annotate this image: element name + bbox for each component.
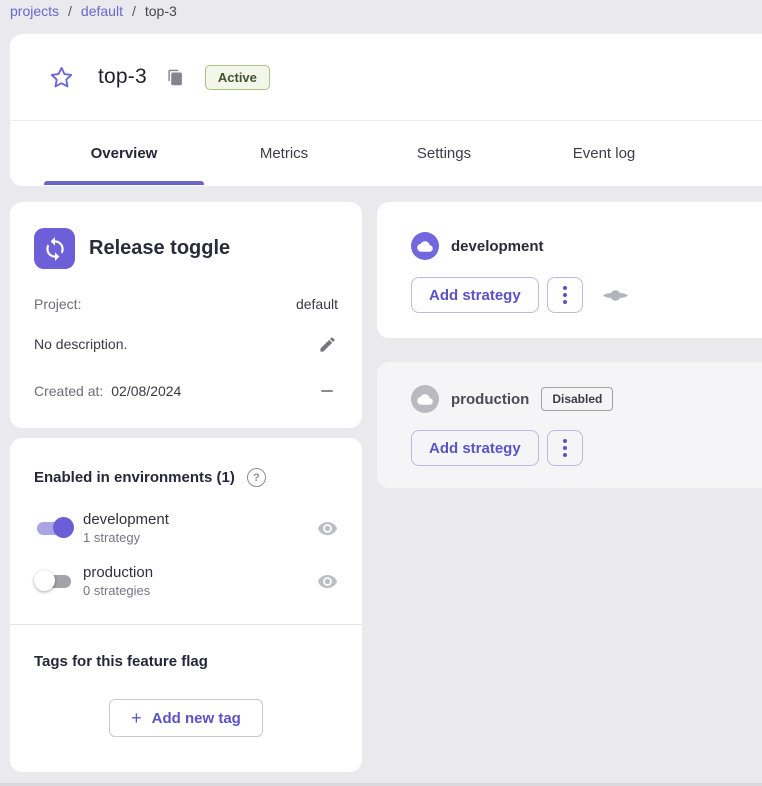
panel-header: production Disabled: [411, 385, 762, 413]
feature-type-icon-box: [34, 228, 75, 269]
environment-name: development: [83, 511, 316, 528]
cloud-icon: [417, 240, 433, 253]
breadcrumb: projects / default / top-3: [10, 3, 177, 19]
toggle-knob: [53, 517, 74, 538]
breadcrumb-separator: /: [132, 3, 136, 19]
page-title: top-3: [98, 65, 147, 89]
more-actions-button[interactable]: [547, 430, 583, 466]
disabled-badge: Disabled: [541, 387, 613, 411]
created-row: Created at: 02/08/2024: [34, 380, 338, 402]
environment-strategy-count: 0 strategies: [83, 583, 316, 598]
cloud-icon: [417, 393, 433, 406]
visibility-button[interactable]: [316, 570, 338, 592]
created-label: Created at:: [34, 383, 103, 399]
cycle-arrows-icon: [42, 236, 68, 262]
breadcrumb-default-link[interactable]: default: [81, 3, 123, 19]
pencil-icon: [318, 335, 337, 354]
description-text: No description.: [34, 336, 127, 352]
project-label: Project:: [34, 296, 81, 312]
tab-event-log[interactable]: Event log: [524, 121, 684, 186]
active-tab-underline: [44, 181, 204, 185]
environment-panel-name: production: [451, 391, 529, 408]
minus-icon: [321, 390, 333, 392]
copy-icon: [167, 69, 184, 86]
feature-type-label: Release toggle: [89, 237, 230, 260]
collapse-button[interactable]: [316, 380, 338, 402]
lifecycle-stage-icon: [602, 289, 629, 302]
toggle-knob: [34, 570, 55, 591]
panel-actions: Add strategy: [411, 277, 762, 313]
feature-header-card: top-3 Active Overview Metrics Settings E…: [10, 34, 762, 186]
production-toggle[interactable]: [34, 570, 74, 592]
project-row: Project: default: [34, 296, 338, 312]
lifecycle-stage-indicator[interactable]: [602, 289, 629, 302]
help-button[interactable]: ?: [247, 468, 266, 487]
eye-icon: [317, 518, 338, 539]
environments-card: Enabled in environments (1) ? developmen…: [10, 438, 362, 772]
description-row: No description.: [34, 333, 338, 355]
breadcrumb-current: top-3: [145, 3, 177, 19]
environment-circle: [411, 385, 439, 413]
tab-settings[interactable]: Settings: [364, 121, 524, 186]
more-actions-button[interactable]: [547, 277, 583, 313]
environment-row-development: development 1 strategy: [34, 511, 338, 545]
star-icon: [49, 65, 74, 90]
panel-actions: Add strategy: [411, 430, 762, 466]
environments-title-row: Enabled in environments (1) ?: [34, 468, 338, 487]
add-strategy-button[interactable]: Add strategy: [411, 430, 539, 466]
environment-row-production: production 0 strategies: [34, 564, 338, 598]
created-group: Created at: 02/08/2024: [34, 383, 181, 399]
add-strategy-button[interactable]: Add strategy: [411, 277, 539, 313]
feature-type-row: Release toggle: [34, 228, 338, 269]
add-new-tag-label: Add new tag: [152, 710, 241, 727]
production-environment-panel: production Disabled Add strategy: [377, 362, 762, 488]
created-value: 02/08/2024: [111, 383, 181, 399]
environments-title: Enabled in environments (1): [34, 469, 235, 486]
feature-details-card: Release toggle Project: default No descr…: [10, 202, 362, 428]
plus-icon: +: [131, 709, 142, 727]
add-tag-row: + Add new tag: [34, 699, 338, 737]
breadcrumb-projects-link[interactable]: projects: [10, 3, 59, 19]
environment-panel-name: development: [451, 238, 544, 255]
status-badge: Active: [205, 65, 270, 90]
tab-overview[interactable]: Overview: [44, 121, 204, 186]
edit-description-button[interactable]: [316, 333, 338, 355]
breadcrumb-separator: /: [68, 3, 72, 19]
visibility-button[interactable]: [316, 517, 338, 539]
question-mark-icon: ?: [253, 472, 260, 484]
environment-info: production 0 strategies: [83, 564, 316, 598]
feature-flag-page: projects / default / top-3 top-3 Active …: [0, 0, 762, 786]
environment-name: production: [83, 564, 316, 581]
card-divider: [10, 624, 362, 625]
kebab-icon: [563, 286, 567, 290]
feature-header-row: top-3 Active: [10, 34, 762, 120]
project-value: default: [296, 296, 338, 312]
add-new-tag-button[interactable]: + Add new tag: [109, 699, 263, 737]
environment-circle: [411, 232, 439, 260]
kebab-icon: [563, 439, 567, 443]
eye-icon: [317, 571, 338, 592]
environment-info: development 1 strategy: [83, 511, 316, 545]
environment-strategy-count: 1 strategy: [83, 530, 316, 545]
development-toggle[interactable]: [34, 517, 74, 539]
copy-name-button[interactable]: [167, 68, 185, 86]
tab-bar: Overview Metrics Settings Event log: [10, 120, 762, 186]
tags-title: Tags for this feature flag: [34, 653, 338, 670]
tab-metrics[interactable]: Metrics: [204, 121, 364, 186]
development-environment-panel: development Add strategy: [377, 202, 762, 338]
favorite-star-button[interactable]: [48, 64, 74, 90]
panel-header: development: [411, 232, 762, 260]
